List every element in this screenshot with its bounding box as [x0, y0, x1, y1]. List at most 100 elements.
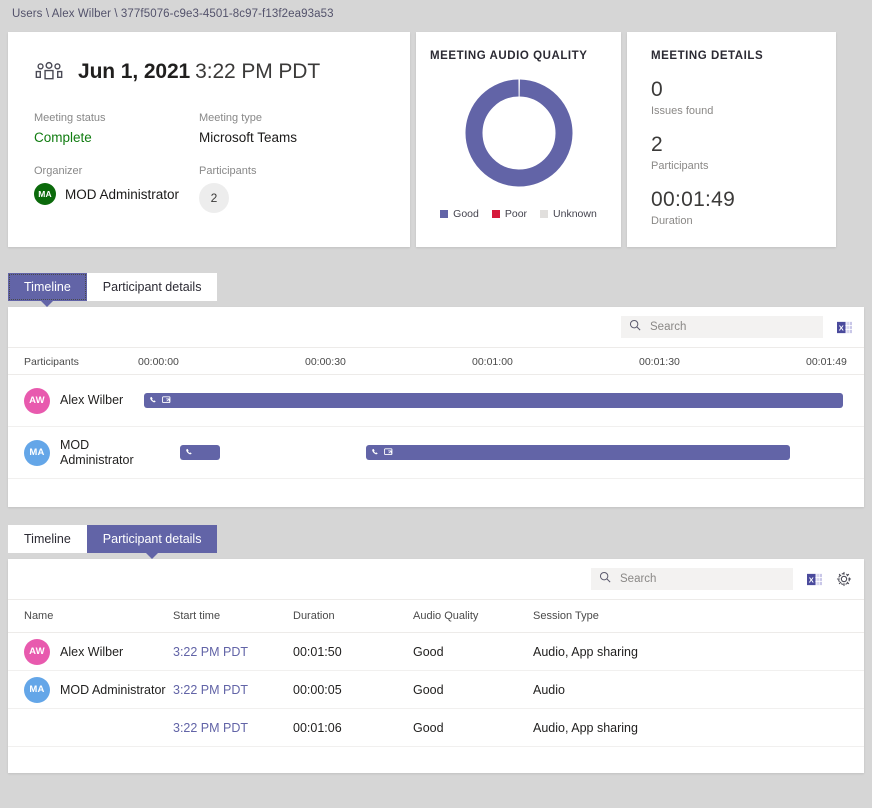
table-row[interactable]: AW Alex Wilber 3:22 PM PDT 00:01:50 Good… [8, 633, 864, 671]
svg-text:X: X [809, 575, 814, 584]
avatar: AW [24, 387, 50, 414]
timeline-participant: MA MOD Administrator [8, 438, 143, 468]
cell-name: MA MOD Administrator [8, 676, 173, 703]
timeline-tick-4: 00:01:49 [806, 356, 847, 368]
timeline-participants-label: Participants [24, 356, 79, 368]
cell-duration: 00:00:05 [293, 682, 342, 697]
participants-stat: 2 Participants [651, 133, 836, 172]
organizer-row[interactable]: MA MOD Administrator [34, 183, 199, 205]
table-row[interactable]: 3:22 PM PDT 00:01:06 Good Audio, App sha… [8, 709, 864, 747]
duration-value: 00:01:49 [651, 188, 736, 211]
teams-people-icon [34, 60, 64, 84]
meeting-type-label: Meeting type [199, 112, 262, 124]
breadcrumb[interactable]: Users \ Alex Wilber \ 377f5076-c9e3-4501… [0, 0, 872, 28]
timeline-participant: AW Alex Wilber [8, 387, 143, 414]
timeline-row: MA MOD Administrator [8, 427, 864, 479]
search-input[interactable] [621, 316, 823, 338]
column-header-start-time[interactable]: Start time [173, 610, 293, 622]
phone-icon [149, 392, 158, 410]
timeline-session-bar[interactable] [366, 445, 790, 460]
tab-timeline-label: Timeline [24, 280, 71, 294]
issues-found-stat: 0 Issues found [651, 78, 836, 117]
participant-table-header: Name Start time Duration Audio Quality S… [8, 599, 864, 633]
participants-value: 2 [651, 133, 663, 156]
meeting-status-field: Meeting status Complete [34, 112, 199, 145]
excel-export-icon[interactable]: X [837, 320, 852, 335]
legend-item-poor: Poor [491, 208, 527, 220]
participant-name: MOD Administrator [60, 682, 166, 697]
tab-participant-details-label: Participant details [102, 280, 202, 294]
column-header-audio-quality[interactable]: Audio Quality [413, 610, 533, 622]
tab-participant-details-2[interactable]: Participant details [86, 525, 218, 553]
cell-session-type: Audio [533, 682, 565, 697]
timeline-toolbar: X [8, 307, 864, 347]
cell-session-type: Audio, App sharing [533, 644, 638, 659]
timeline-session-bar[interactable] [180, 445, 220, 460]
legend-swatch-good [440, 210, 449, 218]
column-header-session-type[interactable]: Session Type [533, 610, 793, 622]
summary-cards-row: Jun 1, 2021 3:22 PM PDT Meeting status Co… [8, 32, 864, 247]
timeline-participant-name: MOD Administrator [60, 437, 134, 467]
cell-audio-quality: Good [413, 720, 444, 735]
duration-label: Duration [651, 215, 693, 227]
search-icon [599, 570, 611, 588]
timeline-participant-name: Alex Wilber [60, 393, 124, 407]
search-field[interactable] [648, 320, 815, 334]
participants-stat-label: Participants [651, 160, 709, 172]
cell-session-type: Audio, App sharing [533, 720, 638, 735]
legend-swatch-poor [491, 210, 500, 218]
cell-start-time[interactable]: 3:22 PM PDT [173, 645, 293, 659]
organizer-field: Organizer MA MOD Administrator [34, 165, 199, 213]
meeting-details-title: MEETING DETAILS [651, 50, 764, 62]
cell-start-time[interactable]: 3:22 PM PDT [173, 683, 293, 697]
participant-details-panel: X Name Start time Duration Audio Quality… [8, 559, 864, 773]
avatar: MA [24, 439, 50, 466]
cell-start-time[interactable]: 3:22 PM PDT [173, 721, 293, 735]
screen-share-icon [162, 392, 172, 410]
tab-timeline[interactable]: Timeline [8, 273, 87, 301]
excel-export-icon[interactable]: X [807, 572, 822, 587]
call-quality-page: Users \ Alex Wilber \ 377f5076-c9e3-4501… [0, 0, 872, 808]
participant-table-footer [8, 747, 864, 773]
organizer-label: Organizer [34, 165, 83, 177]
cell-audio-quality: Good [413, 682, 444, 697]
meeting-details-card: MEETING DETAILS 0 Issues found 2 Partici… [627, 32, 836, 247]
avatar: MA [34, 183, 56, 205]
legend-label-good: Good [453, 208, 479, 220]
meeting-status-value: Complete [34, 130, 92, 145]
tab-participant-details[interactable]: Participant details [86, 273, 218, 301]
phone-icon [185, 444, 194, 462]
participants-field: Participants 2 [199, 165, 384, 213]
audio-quality-donut-chart [430, 74, 607, 192]
legend-item-good: Good [440, 208, 479, 220]
timeline-bottom-spacer [8, 479, 864, 507]
cell-duration: 00:01:50 [293, 644, 342, 659]
avatar: AW [24, 638, 50, 665]
timeline-session-bar[interactable] [144, 393, 843, 408]
column-header-name[interactable]: Name [8, 610, 173, 622]
legend-swatch-unknown [540, 210, 549, 218]
search-icon [629, 318, 641, 336]
participants-count-badge: 2 [199, 183, 229, 213]
gear-icon[interactable] [836, 571, 852, 587]
timeline-panel: X Participants 00:00:00 00:00:30 00:01:0… [8, 307, 864, 507]
timeline-tick-0: 00:00:00 [138, 356, 179, 368]
audio-quality-title: MEETING AUDIO QUALITY [430, 50, 588, 62]
legend-item-unknown: Unknown [540, 208, 597, 220]
cell-audio-quality: Good [413, 644, 444, 659]
column-header-duration[interactable]: Duration [293, 610, 413, 622]
tab-participant-details-2-label: Participant details [102, 532, 202, 546]
meeting-title-row: Jun 1, 2021 3:22 PM PDT [34, 54, 384, 90]
timeline-axis-header: Participants 00:00:00 00:00:30 00:01:00 … [8, 347, 864, 375]
organizer-name: MOD Administrator [65, 186, 180, 202]
meeting-type-value: Microsoft Teams [199, 130, 298, 145]
search-field-2[interactable] [618, 572, 785, 586]
issues-found-value: 0 [651, 78, 663, 101]
table-row[interactable]: MA MOD Administrator 3:22 PM PDT 00:00:0… [8, 671, 864, 709]
timeline-tick-1: 00:00:30 [305, 356, 346, 368]
timeline-tabs: Timeline Participant details [8, 273, 864, 301]
meeting-audio-quality-card: MEETING AUDIO QUALITY Good Poor Unknown [416, 32, 621, 247]
tab-timeline-2[interactable]: Timeline [8, 525, 87, 553]
meeting-date: Jun 1, 2021 [78, 60, 191, 83]
search-input-2[interactable] [591, 568, 793, 590]
